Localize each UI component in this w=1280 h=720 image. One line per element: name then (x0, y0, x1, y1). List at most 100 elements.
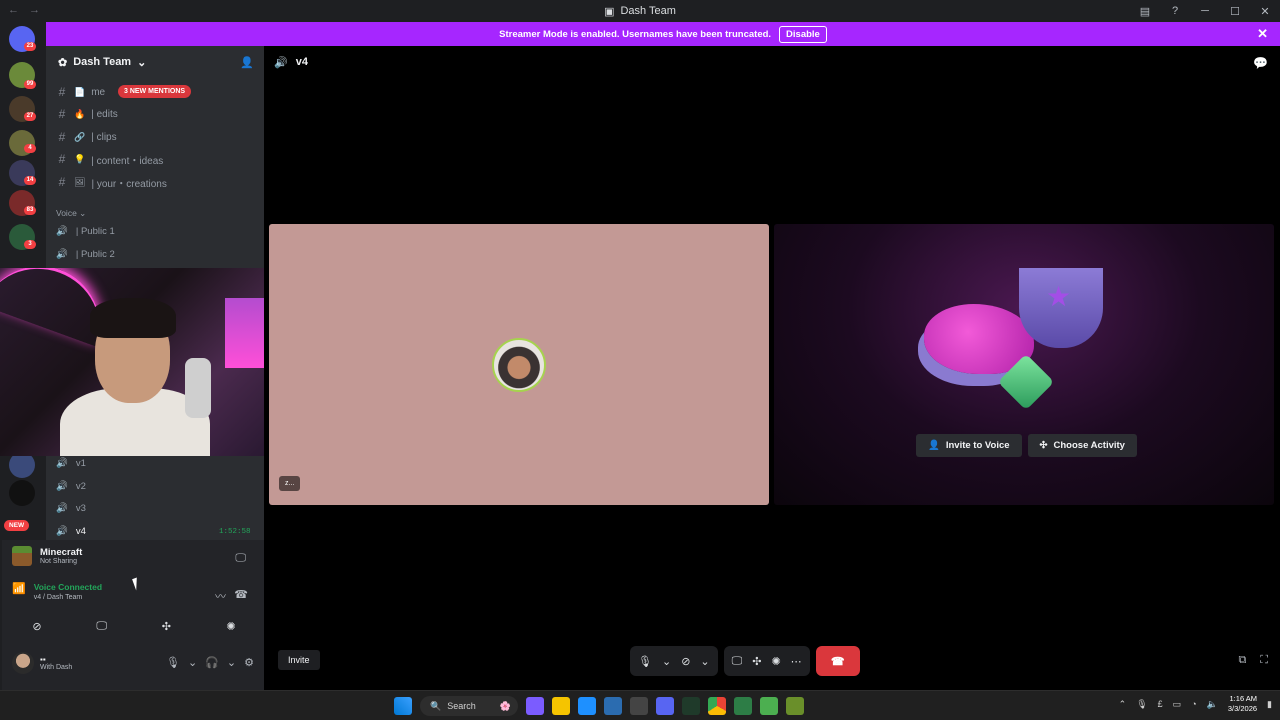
popout-icon[interactable]: ⧉ (1238, 654, 1246, 667)
speaker-icon: 🔊 (56, 457, 68, 469)
taskbar-search[interactable]: 🔍 Search 🌸 (420, 696, 518, 716)
window-title: ▣ Dash Team (604, 5, 676, 18)
edge-icon[interactable] (578, 697, 596, 715)
invite-button[interactable]: Invite (278, 650, 320, 670)
activities-icon[interactable]: ✣ (752, 655, 761, 668)
title-bar: ← → ▣ Dash Team ▤ ? ─ ☐ ✕ (0, 0, 1280, 22)
file-explorer-icon[interactable] (552, 697, 570, 715)
avatar (12, 652, 34, 674)
voice-stage: 🔊 v4 💬 z... ★ 👤 Invite to Voice ✣ Choose… (264, 46, 1280, 690)
chevron-up-icon[interactable]: ⌃ (1119, 699, 1127, 710)
voice-category[interactable]: Voice ⌄ (56, 208, 86, 219)
fullscreen-icon[interactable]: ⛶ (1260, 654, 1268, 667)
disconnect-icon[interactable]: ☎ (234, 588, 248, 601)
minecraft-launcher-icon[interactable] (786, 697, 804, 715)
disable-streamer-mode-button[interactable]: Disable (779, 25, 827, 43)
speaker-icon: 🔊 (56, 502, 68, 514)
share-screen-button[interactable]: 🖵 (75, 614, 129, 638)
activity-subtitle: Not Sharing (40, 558, 77, 565)
windows-taskbar: 🔍 Search 🌸 ⌃ 🎙 £ ▭ ◔ 🔈 1:16 AM 3/3/2026 … (0, 690, 1280, 720)
noise-suppression-icon[interactable]: 〰 (215, 588, 226, 604)
spotify-icon[interactable] (734, 697, 752, 715)
channel-item[interactable]: # 📄 me (56, 82, 105, 102)
store-icon[interactable] (604, 697, 622, 715)
chevron-down-icon[interactable]: ⌄ (662, 655, 671, 668)
soundboard-button[interactable]: ✺ (204, 614, 258, 638)
mic-icon[interactable]: 🎙 (166, 656, 180, 669)
mention-badge: 3 (24, 240, 36, 249)
channel-name: v1 (75, 457, 86, 469)
chevron-down-icon[interactable]: ⌄ (188, 656, 197, 669)
user-info[interactable]: ▪▪ With Dash (12, 652, 72, 674)
hash-icon: # (58, 152, 66, 166)
choose-activity-button[interactable]: ✣ Choose Activity (1027, 434, 1137, 457)
chevron-down-icon[interactable]: ⌄ (227, 656, 236, 669)
voice-channel-item[interactable]: 🔊 v2 (56, 476, 86, 496)
stage-channel-name: v4 (295, 56, 308, 68)
chevron-down-icon[interactable]: ⌄ (700, 655, 709, 668)
channel-item[interactable]: # 🔥 | edits (56, 104, 118, 124)
share-screen-icon[interactable]: 🖵 (235, 552, 246, 565)
participant-avatar (492, 338, 546, 392)
channel-item[interactable]: # 🔗 | clips (56, 127, 117, 147)
chat-bubble-icon[interactable]: 💬 (1253, 56, 1268, 70)
channel-item[interactable]: # 🖼 | your・creations (56, 172, 167, 192)
soundboard-icon[interactable]: ✺ (771, 655, 780, 668)
mic-camera-group: 🎙 ⌄ ⊘ ⌄ (630, 646, 718, 676)
channel-item[interactable]: # 💡 | content・ideas (56, 149, 164, 169)
xbox-icon[interactable] (682, 697, 700, 715)
activity-invite-tile: ★ 👤 Invite to Voice ✣ Choose Activity (774, 224, 1274, 505)
pound-icon[interactable]: £ (1158, 699, 1163, 709)
minimize-button[interactable]: ─ (1190, 5, 1220, 17)
mention-badge: 99 (24, 80, 36, 89)
inbox-icon[interactable]: ▤ (1130, 5, 1160, 18)
streamer-hair (90, 298, 176, 338)
share-screen-icon[interactable]: 🖵 (732, 655, 743, 668)
voice-channel-item-active[interactable]: 🔊 v4 (56, 521, 86, 541)
voice-channel-item[interactable]: 🔊 | Public 2 (56, 244, 115, 264)
discord-icon[interactable] (656, 697, 674, 715)
copilot-icon[interactable] (526, 697, 544, 715)
help-icon[interactable]: ? (1160, 5, 1190, 17)
system-clock[interactable]: 1:16 AM 3/3/2026 (1228, 694, 1257, 714)
settings-gear-icon[interactable]: ⚙ (244, 656, 254, 669)
display-icon[interactable]: ▭ (1173, 699, 1182, 710)
camera-off-button[interactable]: ⊘ (10, 614, 64, 638)
speaker-icon: 🔊 (56, 225, 68, 237)
headphones-icon[interactable]: 🎧 (205, 656, 219, 669)
server-icon-8[interactable] (9, 480, 35, 506)
disconnect-call-button[interactable]: ☎ (815, 646, 860, 676)
volume-icon[interactable]: 🔈 (1207, 699, 1218, 710)
banner-close-icon[interactable]: ✕ (1257, 26, 1268, 42)
maximize-button[interactable]: ☐ (1220, 5, 1250, 18)
activities-button[interactable]: ✣ (139, 614, 193, 638)
obs-icon[interactable] (630, 697, 648, 715)
category-label: Voice (56, 208, 77, 218)
camera-off-icon[interactable]: ⊘ (681, 655, 690, 668)
windows-start-icon[interactable] (394, 697, 412, 715)
voice-connection: 📶 Voice Connected v4 / Dash Team (12, 582, 102, 601)
voice-location: v4 / Dash Team (33, 594, 83, 601)
voice-channel-item[interactable]: 🔊 v1 (56, 453, 86, 473)
voice-channel-item[interactable]: 🔊 | Public 1 (56, 221, 115, 241)
invite-to-voice-button[interactable]: 👤 Invite to Voice (916, 434, 1022, 457)
new-mentions-pill[interactable]: 3 NEW MENTIONS (118, 85, 192, 98)
close-window-button[interactable]: ✕ (1250, 5, 1280, 18)
guild-header[interactable]: ✿ Dash Team ⌄ 👤 (46, 46, 264, 78)
more-options-icon[interactable]: ⋯ (791, 655, 802, 668)
voice-status[interactable]: Voice Connected (34, 582, 102, 592)
new-badge: NEW (4, 520, 30, 531)
notifications-icon[interactable]: ▮ (1267, 699, 1272, 710)
webcam-overlay (0, 268, 270, 456)
mic-tray-icon[interactable]: 🎙 (1136, 699, 1147, 710)
chrome-icon[interactable] (708, 697, 726, 715)
wifi-icon[interactable]: ◔ (1191, 699, 1196, 709)
minecraft-icon[interactable] (760, 697, 778, 715)
add-member-icon[interactable]: 👤 (240, 56, 254, 69)
call-controls: 🎙 ⌄ ⊘ ⌄ 🖵 ✣ ✺ ⋯ ☎ (630, 646, 860, 676)
channel-emoji: 🔥 (74, 108, 86, 119)
mic-icon[interactable]: 🎙 (638, 655, 652, 668)
participant-tile[interactable]: z... (269, 224, 769, 505)
voice-channel-item[interactable]: 🔊 v3 (56, 498, 86, 518)
voice-timer: 1:52:58 (219, 528, 251, 536)
